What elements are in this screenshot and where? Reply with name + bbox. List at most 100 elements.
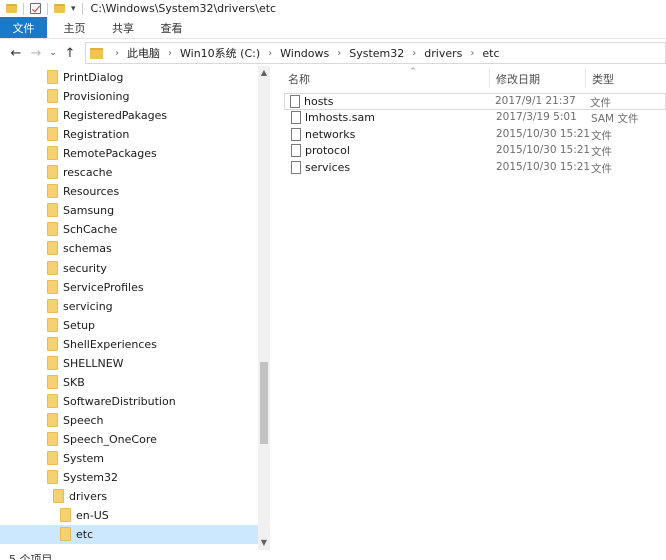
scroll-thumb[interactable] — [260, 362, 268, 444]
window-title: C:\Windows\System32\drivers\etc — [90, 2, 277, 15]
divider — [81, 2, 83, 15]
divider — [23, 2, 24, 15]
nav-tree-item[interactable]: ShellExperiences — [0, 335, 258, 354]
breadcrumb-etc[interactable]: etc — [480, 47, 501, 60]
tab-file[interactable]: 文件 — [0, 17, 47, 38]
breadcrumb-this-pc[interactable]: 此电脑 — [125, 45, 162, 61]
nav-tree-item-label: SoftwareDistribution — [63, 394, 176, 408]
folder-icon — [47, 89, 58, 104]
breadcrumb-c-drive[interactable]: Win10系统 (C:) — [178, 45, 262, 61]
divider[interactable] — [489, 68, 490, 88]
back-button[interactable]: ← — [6, 46, 26, 61]
column-header-date[interactable]: 修改日期 — [496, 70, 540, 88]
nav-tree-item[interactable]: security — [0, 259, 258, 278]
folder-icon — [47, 317, 58, 332]
nav-tree-item[interactable]: en-US — [0, 506, 258, 525]
nav-tree-item[interactable]: servicing — [0, 297, 258, 316]
folder-icon — [47, 184, 58, 199]
column-header-name[interactable]: 名称 — [288, 70, 310, 88]
nav-tree-item-label: Samsung — [63, 204, 115, 218]
nav-tree-item[interactable]: System — [0, 449, 258, 468]
nav-tree-item-label: servicing — [63, 299, 113, 313]
breadcrumb-system32[interactable]: System32 — [347, 47, 406, 60]
nav-tree-item-label: en-US — [76, 509, 109, 523]
nav-tree-item[interactable]: Samsung — [0, 201, 258, 220]
nav-tree-item[interactable]: SoftwareDistribution — [0, 392, 258, 411]
up-button[interactable]: ↑ — [60, 46, 80, 61]
nav-tree-item[interactable]: Setup — [0, 316, 258, 335]
nav-tree-item[interactable]: SHELLNEW — [0, 354, 258, 373]
nav-tree-item[interactable]: Speech_OneCore — [0, 430, 258, 449]
file-row[interactable]: protocol 2015/10/30 15:21 文件 — [286, 143, 666, 160]
file-name: hosts — [304, 95, 334, 108]
nav-tree-item[interactable]: drivers — [0, 487, 258, 506]
file-row[interactable]: networks 2015/10/30 15:21 文件 — [286, 127, 666, 144]
file-type: 文件 — [590, 97, 611, 109]
address-bar[interactable]: › 此电脑 › Win10系统 (C:) › Windows › System3… — [85, 42, 666, 64]
new-folder-icon[interactable] — [54, 4, 65, 13]
nav-tree-item-label: RegisteredPakages — [63, 109, 168, 123]
folder-icon — [47, 165, 58, 180]
forward-button[interactable]: → — [26, 46, 46, 61]
nav-tree-item[interactable]: etc — [0, 525, 258, 545]
nav-tree-item[interactable]: RegisteredPakages — [0, 106, 258, 125]
chevron-right-icon[interactable]: › — [262, 48, 278, 59]
chevron-right-icon[interactable]: › — [464, 48, 480, 59]
quick-access-dropdown-icon[interactable]: ▾ — [71, 4, 76, 14]
nav-tree-item[interactable]: ServiceProfiles — [0, 278, 258, 297]
scroll-down-icon[interactable]: ▼ — [258, 538, 270, 547]
nav-tree-item[interactable]: Provisioning — [0, 87, 258, 106]
folder-icon — [47, 431, 58, 446]
folder-icon — [47, 260, 58, 275]
file-icon — [291, 144, 301, 158]
breadcrumb-drivers[interactable]: drivers — [422, 47, 464, 60]
file-icon — [291, 161, 301, 175]
nav-tree-item-label: SchCache — [63, 223, 118, 237]
file-date: 2015/10/30 15:21 — [496, 127, 591, 140]
nav-tree-item[interactable]: PrintDialog — [0, 68, 258, 87]
column-header-type[interactable]: 类型 — [592, 70, 614, 88]
address-row: ← → ⌄ ↑ › 此电脑 › Win10系统 (C:) › Windows ›… — [0, 40, 666, 66]
nav-tree-item-label: ShellExperiences — [63, 337, 157, 351]
nav-tree-item-label: Provisioning — [63, 90, 130, 104]
folder-icon — [47, 127, 58, 142]
chevron-right-icon[interactable]: › — [406, 48, 422, 59]
nav-tree-item-label: Speech — [63, 413, 104, 427]
nav-tree-item[interactable]: SchCache — [0, 220, 258, 239]
tab-home[interactable]: 主页 — [47, 17, 102, 38]
file-name: lmhosts.sam — [305, 110, 375, 124]
folder-icon — [47, 393, 58, 408]
nav-tree-item[interactable]: Speech — [0, 411, 258, 430]
chevron-right-icon[interactable]: › — [109, 48, 125, 59]
nav-tree-item-label: drivers — [69, 490, 108, 504]
nav-tree-item-label: System — [63, 452, 105, 465]
recent-locations-button[interactable]: ⌄ — [46, 48, 60, 58]
folder-icon — [47, 146, 58, 161]
nav-tree-item[interactable]: Registration — [0, 125, 258, 144]
nav-tree-item[interactable]: Resources — [0, 182, 258, 201]
nav-tree-item-label: etc — [76, 528, 94, 542]
chevron-right-icon[interactable]: › — [331, 48, 347, 59]
nav-tree-item[interactable]: SKB — [0, 373, 258, 392]
folder-icon — [60, 527, 71, 542]
file-type: 文件 — [591, 129, 612, 142]
file-row[interactable]: hosts 2017/9/1 21:37 文件 — [284, 93, 666, 110]
tab-share[interactable]: 共享 — [102, 17, 144, 38]
nav-tree-item[interactable]: rescache — [0, 163, 258, 182]
tab-view[interactable]: 查看 — [144, 17, 199, 38]
scroll-up-icon[interactable]: ▲ — [258, 68, 270, 77]
nav-scrollbar[interactable]: ▲ ▼ — [258, 66, 270, 550]
divider[interactable] — [585, 68, 586, 88]
breadcrumb-windows[interactable]: Windows — [278, 47, 331, 60]
nav-tree-item[interactable]: schemas — [0, 239, 258, 258]
properties-checkbox-icon[interactable] — [30, 3, 41, 14]
folder-icon — [6, 4, 17, 13]
folder-icon — [47, 222, 58, 237]
folder-icon — [47, 451, 58, 465]
chevron-right-icon[interactable]: › — [162, 48, 178, 59]
nav-tree-item[interactable]: System32 — [0, 468, 258, 487]
nav-tree-item-label: Registration — [63, 128, 130, 142]
nav-tree-item[interactable]: RemotePackages — [0, 144, 258, 163]
file-row[interactable]: services 2015/10/30 15:21 文件 — [286, 160, 666, 177]
file-row[interactable]: lmhosts.sam 2017/3/19 5:01 SAM 文件 — [286, 110, 666, 127]
